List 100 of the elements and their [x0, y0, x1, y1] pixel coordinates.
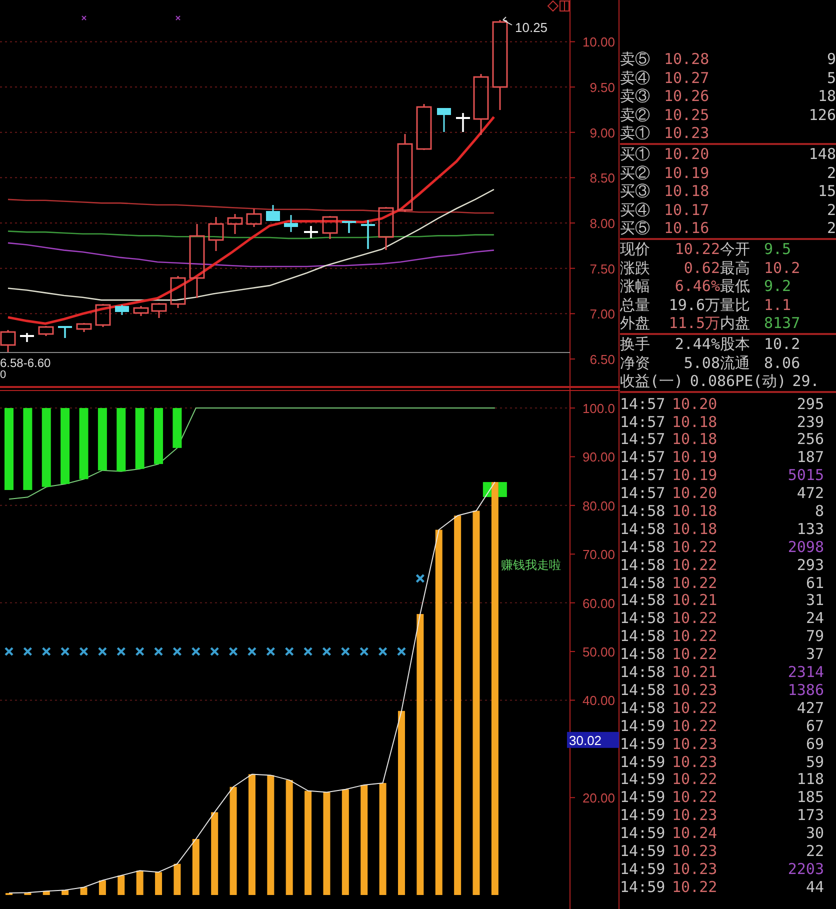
tick-volume: 69 [804, 736, 825, 754]
quote-value: 11.5万 [668, 314, 720, 333]
tick-time: 14:58 [620, 664, 666, 682]
quote-value: 0.62 [682, 258, 720, 278]
order-label: 卖① [620, 124, 651, 143]
tick-price: 10.22 [672, 718, 718, 736]
candle [58, 326, 72, 338]
stat-label: 股本 [720, 334, 751, 354]
tick-volume: 472 [796, 485, 825, 504]
candle [456, 113, 470, 132]
tick-price: 10.18 [672, 414, 718, 432]
tick-price: 10.23 [672, 807, 718, 826]
tick-time: 14:58 [620, 574, 666, 592]
quote-label: 最高 [720, 258, 751, 278]
tick-volume: 293 [796, 556, 825, 575]
tick-volume: 31 [804, 592, 825, 610]
order-label: 买④ [620, 200, 651, 220]
axis-label: 90.00 [582, 450, 615, 465]
tick-volume: 256 [796, 431, 825, 450]
order-label: 买⑤ [620, 219, 651, 238]
bar [174, 864, 181, 895]
cross-marker [42, 646, 51, 656]
order-label: 买② [620, 164, 651, 182]
window-icon [560, 0, 570, 12]
axis-label: 80.00 [582, 498, 615, 514]
axis-label: 40.00 [582, 693, 615, 708]
tick-volume: 2098 [786, 538, 825, 557]
cross-marker [210, 646, 220, 656]
tick-time: 14:58 [620, 682, 666, 700]
tick-volume: 118 [796, 771, 825, 790]
stat-label: 净资 [620, 354, 651, 372]
tick-price: 10.24 [672, 825, 718, 843]
tick-volume: 24 [804, 610, 825, 628]
tick-time: 14:59 [620, 807, 666, 826]
quote-label: 今开 [720, 240, 751, 259]
cross-marker [378, 646, 388, 656]
tick-time: 14:57 [620, 396, 666, 414]
tick-time: 14:57 [620, 431, 666, 450]
candle [20, 333, 34, 342]
tick-price: 10.22 [672, 556, 718, 575]
axis-label: 9.00 [590, 125, 615, 140]
quote-value: 9.2 [763, 277, 792, 296]
order-volume: 2 [826, 219, 836, 238]
order-price: 10.23 [664, 124, 710, 143]
quote-value: 19.6万 [668, 296, 720, 314]
tick-time: 14:59 [620, 718, 666, 736]
tick-price: 10.22 [672, 700, 718, 718]
cross-marker [360, 646, 369, 656]
order-volume: 2 [826, 200, 836, 220]
tick-volume: 8 [814, 503, 825, 521]
tick-price: 10.22 [672, 610, 718, 628]
quote-value: 10.2 [763, 258, 802, 278]
quote-label: 内盘 [720, 314, 751, 333]
tick-volume: 2314 [786, 664, 825, 682]
stat-value: 10.2 [763, 334, 802, 354]
tick-price: 10.22 [672, 538, 718, 557]
tick-price: 10.21 [672, 664, 718, 682]
tick-time: 14:59 [620, 754, 666, 772]
tick-volume: 30 [804, 825, 825, 843]
tick-price: 10.22 [672, 628, 718, 646]
tick-time: 14:58 [620, 503, 666, 521]
order-label: 卖⑤ [620, 50, 651, 69]
axis-label: 7.50 [590, 261, 615, 276]
candle [0, 330, 16, 352]
stat-label: 流通 [720, 354, 751, 372]
order-price: 10.26 [664, 87, 710, 106]
tick-time: 14:59 [620, 842, 666, 861]
cross-marker [98, 646, 108, 656]
stat-value: 8.06 [763, 354, 802, 372]
tick-time: 14:58 [620, 556, 666, 575]
quote-label: 现价 [620, 240, 651, 259]
tick-price: 10.22 [672, 574, 718, 592]
bar [98, 880, 106, 895]
tick-price: 10.21 [672, 592, 718, 610]
candle [76, 323, 92, 332]
diamond-icon [547, 0, 559, 12]
stat-label: 收益(一) [620, 372, 684, 391]
axis-label: 7.00 [590, 306, 615, 322]
tick-price: 10.23 [672, 682, 718, 700]
candle [437, 108, 451, 132]
cross-marker [23, 646, 32, 656]
price-range-label: 6.58-6.60 [0, 356, 51, 370]
cross-marker [247, 646, 257, 656]
axis-label: 10.00 [582, 34, 615, 50]
stat-value: 5.08 [682, 354, 720, 372]
tick-volume: 67 [804, 718, 825, 736]
stat-value: 29. [791, 372, 820, 391]
axis-label: 8.00 [590, 216, 615, 231]
tick-price: 10.18 [672, 520, 718, 539]
stat-value: 0.086 [688, 372, 736, 391]
candle [361, 220, 375, 249]
tick-time: 14:58 [620, 610, 666, 628]
tick-volume: 61 [804, 574, 825, 592]
tick-time: 14:59 [620, 878, 666, 897]
tick-time: 14:59 [620, 825, 666, 843]
order-volume: 2 [826, 164, 836, 182]
candle [133, 306, 149, 316]
axis-label: 8.50 [590, 170, 615, 186]
tick-price: 10.22 [672, 878, 718, 897]
stat-label: PE(动) [735, 372, 786, 391]
